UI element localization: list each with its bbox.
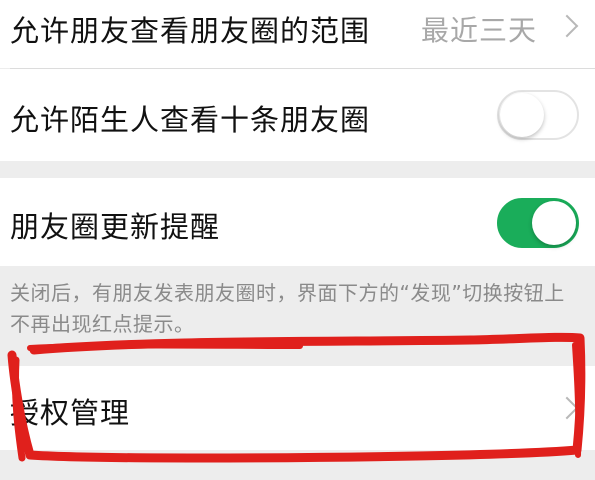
friends-view-range-row[interactable]: 允许朋友查看朋友圈的范围 最近三天 [0, 0, 595, 68]
authorization-management-row[interactable]: 授权管理 [0, 366, 595, 450]
moments-reminder-label: 朋友圈更新提醒 [10, 210, 221, 244]
friends-view-range-label: 允许朋友查看朋友圈的范围 [10, 14, 371, 48]
chevron-right-icon [555, 396, 579, 420]
chevron-right-icon [555, 14, 579, 38]
stranger-ten-posts-toggle[interactable] [497, 90, 579, 140]
stranger-ten-posts-row: 允许陌生人查看十条朋友圈 [0, 69, 595, 161]
friends-view-range-value: 最近三天 [420, 14, 537, 47]
reminder-hint-text: 关闭后，有朋友发表朋友圈时，界面下方的“发现”切换按钮上不再出现红点提示。 [10, 281, 565, 336]
moments-settings-screen: 允许朋友查看朋友圈的范围 最近三天 允许陌生人查看十条朋友圈 朋友圈更新提醒 关… [0, 0, 595, 480]
moments-reminder-toggle[interactable] [497, 198, 579, 248]
toggle-knob [532, 201, 576, 245]
stranger-ten-posts-label: 允许陌生人查看十条朋友圈 [10, 103, 371, 137]
toggle-knob [500, 93, 544, 137]
authorization-management-label: 授权管理 [10, 396, 131, 430]
moments-reminder-row: 朋友圈更新提醒 [0, 178, 595, 266]
